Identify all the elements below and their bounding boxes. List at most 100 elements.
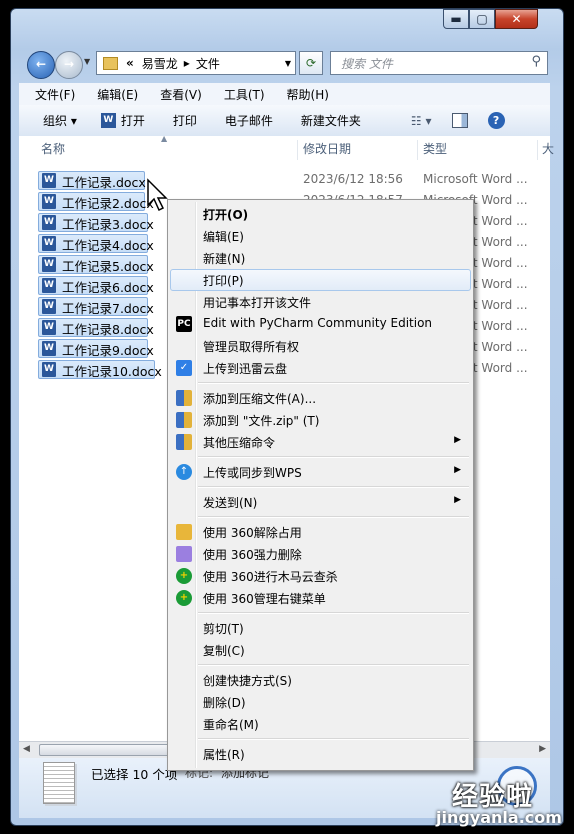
menu-item-print[interactable]: 打印(P) (170, 269, 471, 291)
breadcrumb-item-folder[interactable]: 文件 (196, 55, 220, 72)
forward-button[interactable]: → (55, 51, 83, 79)
360-unlock-icon (176, 524, 192, 540)
menu-item-xunlei[interactable]: ✓ 上传到迅雷云盘 (170, 357, 471, 379)
column-header-name[interactable]: 名称 (41, 136, 65, 163)
breadcrumb-separator: ▸ (183, 56, 190, 70)
360-manage-icon: + (176, 590, 192, 606)
file-date: 2023/6/12 18:56 (303, 172, 403, 186)
menu-item-360-unlock[interactable]: 使用 360解除占用 (170, 521, 471, 543)
organize-button[interactable]: 组织 ▾ (43, 112, 77, 129)
word-document-icon: W (42, 362, 56, 377)
breadcrumb-overflow[interactable]: « (126, 56, 134, 70)
archive-icon (176, 412, 192, 428)
menu-item-edit[interactable]: 编辑(E) (170, 225, 471, 247)
search-placeholder: 搜索 文件 (341, 57, 393, 71)
menu-item-cut[interactable]: 剪切(T) (170, 617, 471, 639)
search-icon[interactable]: ⚲ (531, 54, 541, 69)
menu-item-open[interactable]: 打开(O) (170, 203, 471, 225)
print-button[interactable]: 打印 (173, 112, 197, 129)
refresh-button[interactable]: ⟳ (299, 51, 323, 75)
pycharm-icon: PC (176, 316, 192, 332)
menu-item-360-delete[interactable]: 使用 360强力删除 (170, 543, 471, 565)
refresh-icon: ⟳ (305, 56, 317, 70)
menu-item-take-ownership[interactable]: 管理员取得所有权 (170, 335, 471, 357)
file-name[interactable]: 工作记录4.docx (62, 235, 154, 254)
watermark-url: jingyanla.com (436, 808, 562, 827)
menu-item-other-compress[interactable]: 其他压缩命令 ▶ (170, 431, 471, 453)
menu-item-open-notepad[interactable]: 用记事本打开该文件 (170, 291, 471, 313)
file-name[interactable]: 工作记录6.docx (62, 277, 154, 296)
menu-item-wps-sync[interactable]: ↑ 上传或同步到WPS ▶ (170, 461, 471, 483)
view-options-icon[interactable]: ☷ ▾ (411, 114, 432, 128)
menu-item-create-shortcut[interactable]: 创建快捷方式(S) (170, 669, 471, 691)
menu-tools[interactable]: 工具(T) (210, 86, 273, 103)
360-shred-icon (176, 546, 192, 562)
maximize-button[interactable]: ▢ (469, 9, 495, 29)
file-name[interactable]: 工作记录9.docx (62, 340, 154, 359)
column-header-size-clipped[interactable]: 大 (542, 136, 554, 163)
back-button[interactable]: ← (27, 51, 55, 79)
column-divider (537, 140, 538, 160)
file-name[interactable]: 工作记录2.docx (62, 193, 154, 212)
help-icon[interactable]: ? (487, 112, 505, 129)
recent-pages-dropdown[interactable]: ▼ (84, 57, 90, 66)
archive-icon (176, 390, 192, 406)
command-bar: 组织 ▾ W 打开 打印 电子邮件 新建文件夹 ☷ ▾ ? (19, 105, 550, 137)
column-divider (417, 140, 418, 160)
address-dropdown-icon[interactable]: ▼ (285, 59, 291, 68)
new-folder-button[interactable]: 新建文件夹 (301, 112, 361, 129)
scroll-right-icon[interactable]: ▶ (539, 744, 546, 754)
menu-view[interactable]: 查看(V) (146, 86, 210, 103)
word-document-icon: W (42, 257, 56, 272)
menu-item-new[interactable]: 新建(N) (170, 247, 471, 269)
back-arrow-icon: ← (35, 57, 47, 71)
file-name[interactable]: 工作记录.docx (62, 172, 146, 191)
archive-icon (176, 434, 192, 450)
close-button[interactable]: ✕ (495, 9, 538, 29)
menu-separator (198, 738, 469, 740)
minimize-button[interactable]: ▬ (443, 9, 469, 29)
email-button[interactable]: 电子邮件 (225, 112, 273, 129)
file-name[interactable]: 工作记录7.docx (62, 298, 154, 317)
menu-edit[interactable]: 编辑(E) (83, 86, 146, 103)
word-document-icon: W (42, 299, 56, 314)
open-button[interactable]: 打开 (121, 112, 145, 129)
search-box[interactable]: 搜索 文件 ⚲ (330, 51, 548, 75)
menu-item-pycharm[interactable]: PC Edit with PyCharm Community Edition (170, 313, 471, 335)
menu-item-360-manage[interactable]: + 使用 360管理右键菜单 (170, 587, 471, 609)
menu-separator (198, 382, 469, 384)
breadcrumb-item-user[interactable]: 易雪龙 (142, 55, 178, 72)
column-header-date[interactable]: 修改日期 (303, 136, 351, 163)
file-name[interactable]: 工作记录10.docx (62, 361, 162, 380)
preview-pane-icon[interactable] (451, 113, 468, 128)
word-document-icon: W (42, 194, 56, 209)
menu-item-add-archive[interactable]: 添加到压缩文件(A)... (170, 387, 471, 409)
menu-file[interactable]: 文件(F) (19, 86, 83, 103)
menu-item-rename[interactable]: 重命名(M) (170, 713, 471, 735)
document-thumbnail-icon (43, 762, 75, 804)
menu-separator (198, 486, 469, 488)
file-name[interactable]: 工作记录5.docx (62, 256, 154, 275)
file-type: Microsoft Word ... (423, 172, 528, 186)
menu-help[interactable]: 帮助(H) (273, 86, 337, 103)
menu-bar: 文件(F) 编辑(E) 查看(V) 工具(T) 帮助(H) (19, 83, 550, 105)
file-row[interactable]: W 工作记录.docx 2023/6/12 18:56 Microsoft Word … (38, 170, 549, 190)
360-scan-icon: + (176, 568, 192, 584)
menu-item-properties[interactable]: 属性(R) (170, 743, 471, 765)
file-name[interactable]: 工作记录8.docx (62, 319, 154, 338)
menu-item-send-to[interactable]: 发送到(N) ▶ (170, 491, 471, 513)
forward-arrow-icon: → (63, 57, 75, 71)
submenu-arrow-icon: ▶ (454, 495, 461, 505)
column-divider (297, 140, 298, 160)
menu-item-360-scan[interactable]: + 使用 360进行木马云查杀 (170, 565, 471, 587)
menu-item-copy[interactable]: 复制(C) (170, 639, 471, 661)
word-document-icon: W (42, 278, 56, 293)
file-name[interactable]: 工作记录3.docx (62, 214, 154, 233)
word-document-icon: W (42, 341, 56, 356)
column-header-type[interactable]: 类型 (423, 136, 447, 163)
address-bar[interactable]: « 易雪龙 ▸ 文件 ▼ (96, 51, 296, 75)
scroll-left-icon[interactable]: ◀ (23, 744, 30, 754)
menu-item-delete[interactable]: 删除(D) (170, 691, 471, 713)
word-document-icon: W (42, 320, 56, 335)
menu-item-add-zip[interactable]: 添加到 "文件.zip" (T) (170, 409, 471, 431)
